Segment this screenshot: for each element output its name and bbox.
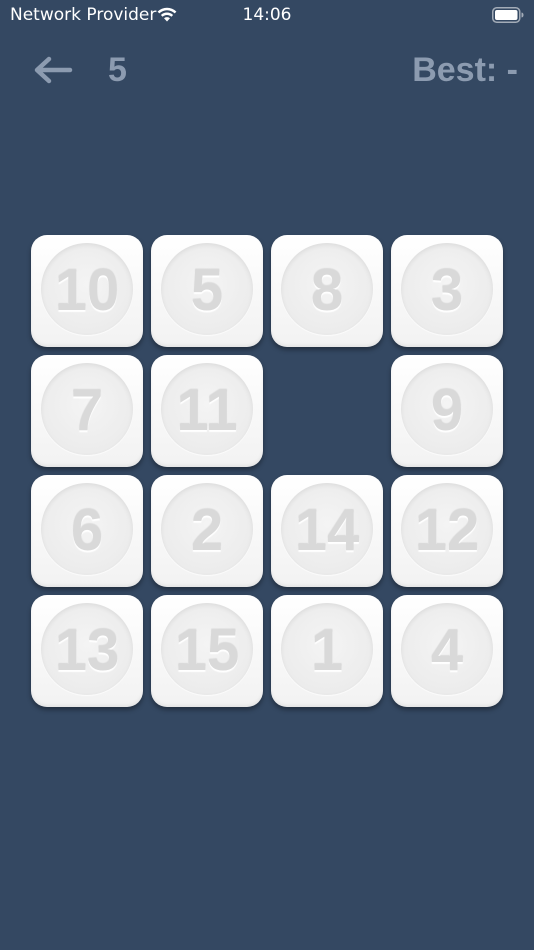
tile-9[interactable]: 9 xyxy=(391,355,503,467)
tile-1[interactable]: 1 xyxy=(271,595,383,707)
move-counter: 5 xyxy=(108,51,127,89)
tile-number: 14 xyxy=(294,498,360,563)
status-bar: Network Provider 14:06 xyxy=(0,0,534,30)
best-score: Best: - xyxy=(412,51,518,89)
tile-3[interactable]: 3 xyxy=(391,235,503,347)
back-button[interactable] xyxy=(30,52,78,88)
tile-number: 6 xyxy=(70,498,104,563)
game-header: 5 Best: - xyxy=(0,44,534,98)
tile-10[interactable]: 10 xyxy=(31,235,143,347)
puzzle-board: 10 5 8 3 7 11 9 6 2 14 12 13 15 1 4 xyxy=(29,233,507,711)
tile-15[interactable]: 15 xyxy=(151,595,263,707)
arrow-left-icon xyxy=(34,56,73,84)
tile-number: 11 xyxy=(176,378,238,443)
tile-number: 2 xyxy=(190,498,224,563)
tile-number: 13 xyxy=(54,618,120,683)
tile-number: 1 xyxy=(310,618,344,683)
tile-number: 8 xyxy=(310,258,344,323)
tile-number: 3 xyxy=(430,258,464,323)
tile-14[interactable]: 14 xyxy=(271,475,383,587)
tile-7[interactable]: 7 xyxy=(31,355,143,467)
battery-icon xyxy=(492,7,524,23)
tile-5[interactable]: 5 xyxy=(151,235,263,347)
tile-6[interactable]: 6 xyxy=(31,475,143,587)
tile-number: 5 xyxy=(190,258,224,323)
tile-13[interactable]: 13 xyxy=(31,595,143,707)
tile-11[interactable]: 11 xyxy=(151,355,263,467)
tile-2[interactable]: 2 xyxy=(151,475,263,587)
status-time: 14:06 xyxy=(242,5,292,25)
tile-8[interactable]: 8 xyxy=(271,235,383,347)
tile-4[interactable]: 4 xyxy=(391,595,503,707)
tile-number: 4 xyxy=(430,618,464,683)
tile-number: 12 xyxy=(414,498,480,563)
tile-number: 7 xyxy=(70,378,104,443)
empty-slot xyxy=(271,355,383,467)
tile-number: 9 xyxy=(430,378,464,443)
tile-number: 15 xyxy=(174,618,240,683)
tile-12[interactable]: 12 xyxy=(391,475,503,587)
tile-number: 10 xyxy=(54,258,120,323)
